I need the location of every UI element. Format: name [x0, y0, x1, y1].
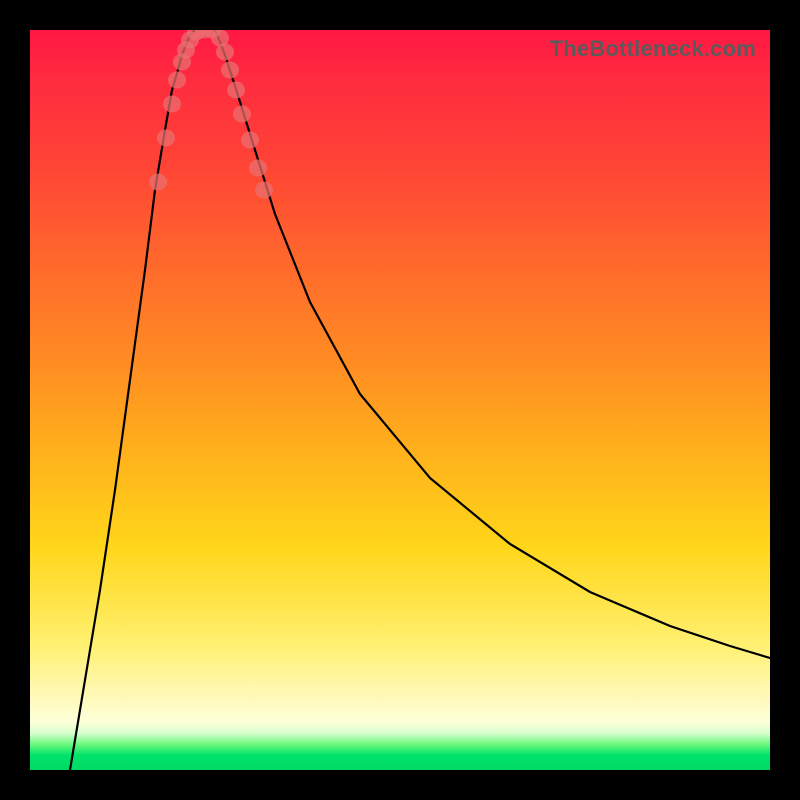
- data-marker: [157, 129, 175, 146]
- data-marker: [255, 181, 273, 198]
- data-marker: [221, 61, 239, 78]
- plot-area: TheBottleneck.com: [30, 30, 770, 770]
- data-marker: [149, 173, 167, 190]
- curve-layer: [30, 30, 770, 770]
- data-marker: [241, 131, 259, 148]
- data-marker: [227, 81, 245, 98]
- curve-left: [70, 30, 195, 770]
- data-marker: [168, 71, 186, 88]
- data-marker: [216, 43, 234, 60]
- data-marker: [163, 95, 181, 112]
- chart-frame: TheBottleneck.com: [0, 0, 800, 800]
- data-marker: [233, 105, 251, 122]
- curve-right: [215, 30, 770, 658]
- data-marker: [249, 159, 267, 176]
